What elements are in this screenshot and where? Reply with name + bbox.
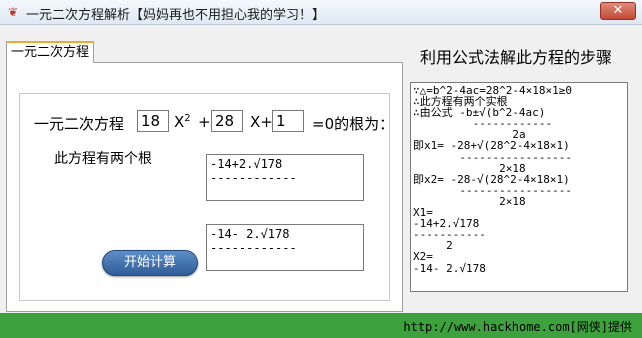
title-bar: ❦ 一元二次方程解析【妈妈再也不用担心我的学习！】 ✕ <box>0 0 642 25</box>
close-button[interactable]: ✕ <box>600 2 636 20</box>
equation-group: 一元二次方程 X2 + X+ =0的根为： 此方程有两个根 -14+2.√178… <box>19 93 394 301</box>
root1-output[interactable]: -14+2.√178 ------------ <box>206 154 364 201</box>
window-title: 一元二次方程解析【妈妈再也不用担心我的学习！】 <box>26 8 326 23</box>
coefficient-a-input[interactable] <box>137 110 169 132</box>
steps-line: ----------------- <box>413 150 572 164</box>
tab-panel: 一元二次方程 X2 + X+ =0的根为： 此方程有两个根 -14+2.√178… <box>6 62 403 312</box>
steps-output[interactable]: ∵△=b^2-4ac=28^2-4×18×1≥0 ∴此方程有两个实根 ∴由公式 -b… <box>410 82 628 292</box>
tab-quadratic[interactable]: 一元二次方程 <box>6 41 94 63</box>
steps-line: 2×18 <box>413 194 526 208</box>
steps-line: -14- 2.√178 <box>413 261 486 275</box>
x-plus-label: X+ <box>250 113 273 131</box>
equation-suffix: =0的根为： <box>312 115 395 133</box>
coefficient-b-input[interactable] <box>211 110 243 132</box>
coefficient-c-input[interactable] <box>272 110 304 132</box>
steps-line: 即x1= -28+√(28^2-4×18×1) <box>413 139 570 153</box>
equation-prefix: 一元二次方程 <box>34 115 125 133</box>
root2-output[interactable]: -14- 2.√178 ------------ <box>206 224 364 271</box>
footer-bar: http://www.hackhome.com[网侠]提供 <box>0 313 642 338</box>
app-icon: ❦ <box>7 5 19 19</box>
result-label: 此方程有两个根 <box>54 151 152 167</box>
footer-credit: http://www.hackhome.com[网侠]提供 <box>403 320 632 334</box>
steps-line: X2= <box>413 250 433 264</box>
steps-heading: 利用公式法解此方程的步骤 <box>420 48 613 67</box>
start-calculate-button[interactable]: 开始计算 <box>102 250 198 276</box>
plus-label: + <box>198 113 211 131</box>
x-squared-label: X2 <box>174 113 191 131</box>
steps-line: 2 <box>413 239 453 253</box>
